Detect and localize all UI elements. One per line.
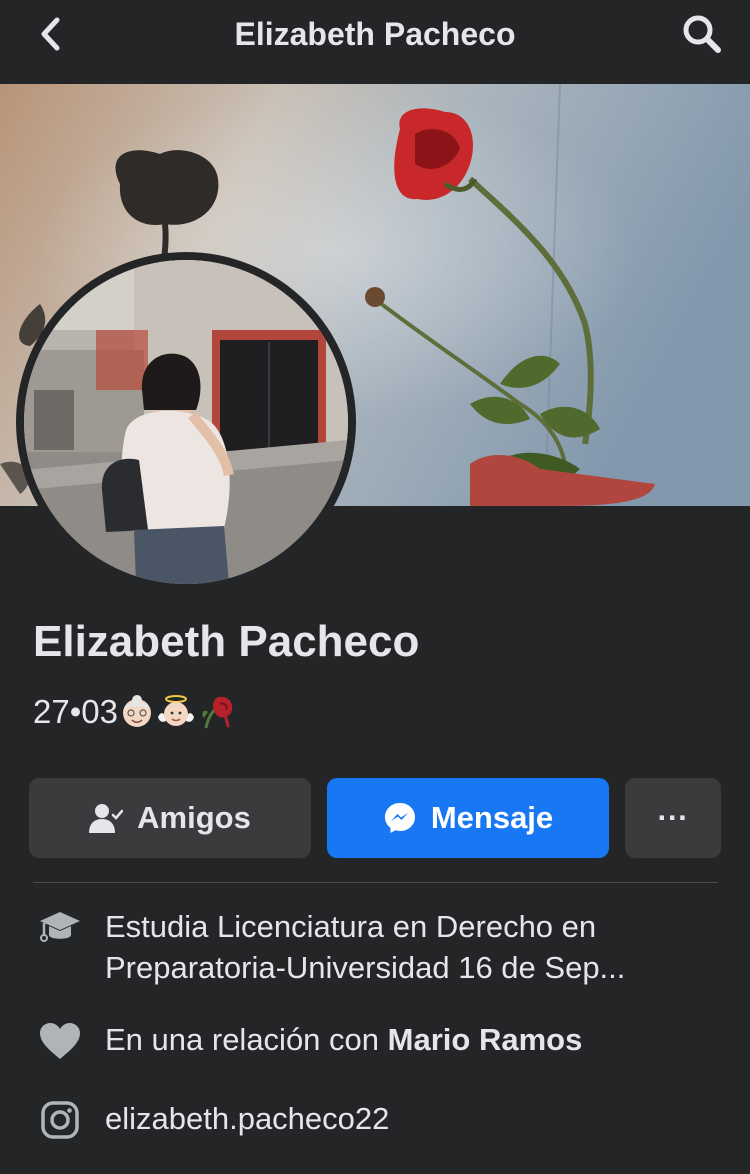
profile-name: Elizabeth Pacheco bbox=[33, 617, 420, 666]
instagram-row[interactable]: elizabeth.pacheco22 bbox=[38, 1098, 717, 1142]
friends-button-label: Amigos bbox=[137, 800, 251, 835]
instagram-handle: elizabeth.pacheco22 bbox=[105, 1101, 390, 1136]
heart-icon bbox=[38, 1019, 82, 1063]
profile-bio: 27•03 bbox=[33, 690, 236, 734]
page-title: Elizabeth Pacheco bbox=[234, 16, 516, 52]
relationship-text: En una relación con Mario Ramos bbox=[105, 1019, 717, 1060]
messenger-icon bbox=[383, 801, 417, 835]
friends-check-icon bbox=[89, 803, 124, 833]
wilted-rose-emoji bbox=[202, 696, 233, 729]
relationship-partner-link[interactable]: Mario Ramos bbox=[388, 1022, 583, 1057]
profile-picture[interactable] bbox=[24, 260, 348, 584]
relationship-row[interactable]: En una relación con Mario Ramos bbox=[38, 1019, 717, 1063]
angel-baby-emoji bbox=[157, 695, 194, 726]
top-bar: Elizabeth Pacheco bbox=[0, 0, 750, 84]
friends-button[interactable]: Amigos bbox=[29, 778, 311, 858]
search-button[interactable] bbox=[680, 12, 724, 56]
old-woman-emoji bbox=[122, 695, 151, 727]
more-options-label: ··· bbox=[657, 800, 689, 835]
education-text: Estudia Licenciatura en Derecho en Prepa… bbox=[105, 909, 626, 985]
search-icon bbox=[683, 15, 721, 53]
section-divider bbox=[33, 882, 718, 883]
bio-text: 27•03 bbox=[33, 693, 118, 730]
bio-emojis bbox=[120, 694, 236, 730]
instagram-icon bbox=[38, 1098, 82, 1142]
message-button-label: Mensaje bbox=[430, 800, 554, 835]
more-options-button[interactable]: ··· bbox=[625, 778, 721, 858]
profile-picture-ring[interactable] bbox=[16, 252, 356, 592]
message-button[interactable]: Mensaje bbox=[327, 778, 609, 858]
education-row[interactable]: Estudia Licenciatura en Derecho en Prepa… bbox=[38, 906, 717, 988]
relationship-prefix: En una relación con bbox=[105, 1022, 380, 1057]
graduation-cap-icon bbox=[38, 906, 82, 950]
